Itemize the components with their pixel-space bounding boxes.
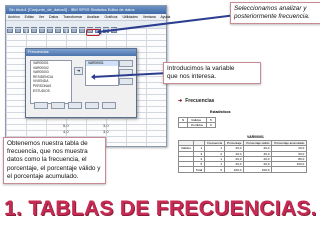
frequencies-dialog: Frecuencias VAR00001 VAR00002 VAR00003 R… bbox=[25, 48, 137, 118]
column-header: Frecuencia bbox=[204, 139, 226, 147]
table-cell: 100,0 bbox=[224, 166, 245, 173]
output-heading: ➜ Frecuencias bbox=[178, 98, 214, 104]
callout-line: posteriormente frecuencia. bbox=[234, 13, 310, 21]
frequency-table: Frecuencia Porcentaje Porcentaje válido … bbox=[178, 139, 308, 173]
menu-item-transformar[interactable]: Transformar bbox=[63, 15, 82, 19]
menu-item-archivo[interactable]: Archivo bbox=[8, 15, 20, 19]
table-cell: 0 bbox=[206, 122, 216, 128]
move-variable-button[interactable]: ➔ bbox=[74, 67, 83, 75]
callout-variable: Introducimos la variable que nos interes… bbox=[163, 62, 261, 85]
grid-cell[interactable]: 5,0 bbox=[63, 123, 69, 128]
menu-item-ayuda[interactable]: Ayuda bbox=[161, 15, 171, 19]
callout-line: que nos interesa. bbox=[167, 73, 217, 81]
dialog-action-buttons bbox=[34, 96, 119, 114]
grid-cell[interactable]: 3,0 bbox=[103, 129, 109, 134]
callout-line: Introducimos la variable bbox=[167, 65, 235, 72]
paste-button[interactable] bbox=[51, 102, 65, 109]
ok-button[interactable] bbox=[34, 102, 48, 109]
slide-title: 1. TABLAS DE FRECUENCIAS. bbox=[4, 197, 317, 220]
menu-item-analizar[interactable]: Analizar bbox=[87, 15, 100, 19]
reset-button[interactable] bbox=[68, 102, 82, 109]
table-cell: Total bbox=[192, 166, 206, 173]
table-row: Total 5 100,0 100,0 bbox=[178, 166, 308, 173]
list-item[interactable]: ESTUDIOS bbox=[31, 89, 71, 94]
callout-line: Seleccionamos analizar y bbox=[234, 5, 307, 12]
menu-item-ver[interactable]: Ver bbox=[39, 15, 44, 19]
dialog-title: Frecuencias bbox=[26, 49, 136, 56]
output-viewer: ➜ Frecuencias Estadísticos N Válidos 5 Perd… bbox=[170, 90, 318, 190]
menu-item-ventana[interactable]: Ventana bbox=[143, 15, 156, 19]
help-button[interactable] bbox=[102, 102, 116, 109]
menu-item-editar[interactable]: Editar bbox=[25, 15, 34, 19]
statistics-table: N Válidos 5 Perdidos 0 bbox=[177, 117, 216, 128]
table-cell bbox=[271, 166, 308, 173]
grid-cell[interactable]: 3,0 bbox=[103, 123, 109, 128]
frequency-table-title: VAR00001 bbox=[247, 135, 264, 139]
list-item[interactable]: VAR00001 bbox=[86, 61, 118, 66]
grid-cell[interactable]: 4,0 bbox=[63, 129, 69, 134]
cancel-button[interactable] bbox=[85, 102, 99, 109]
column-header: Porcentaje válido bbox=[243, 139, 273, 147]
table-cell: 5 bbox=[204, 166, 226, 173]
table-row: N Válidos 5 bbox=[177, 117, 216, 123]
table-cell: Perdidos bbox=[187, 122, 208, 128]
table-row: Perdidos 0 bbox=[177, 122, 216, 128]
arrow-bullet-icon: ➜ bbox=[178, 98, 183, 104]
menu-item-graficos[interactable]: Gráficos bbox=[104, 15, 117, 19]
output-heading-text: Frecuencias bbox=[185, 98, 215, 104]
menu-bar: Archivo Editar Ver Datos Transformar Ana… bbox=[6, 14, 170, 21]
table-cell bbox=[177, 122, 189, 128]
column-header: Porcentaje acumulado bbox=[271, 139, 308, 147]
format-button[interactable] bbox=[119, 78, 133, 85]
statistics-button[interactable] bbox=[119, 60, 133, 67]
window-title: Sin título1 [Conjunto_de_datos0] - IBM S… bbox=[6, 6, 166, 14]
menu-item-datos[interactable]: Datos bbox=[49, 15, 58, 19]
menu-item-utilidades[interactable]: Utilidades bbox=[123, 15, 138, 19]
column-header: Porcentaje bbox=[224, 139, 245, 147]
callout-analyze-menu: Seleccionamos analizar y posteriormente … bbox=[230, 2, 320, 25]
table-cell bbox=[178, 166, 194, 173]
callout-frequency-table: Obtenemos nuestra tabla de frecuencia, q… bbox=[3, 137, 106, 185]
statistics-table-title: Estadísticos bbox=[210, 110, 231, 114]
table-cell: 100,0 bbox=[243, 166, 273, 173]
